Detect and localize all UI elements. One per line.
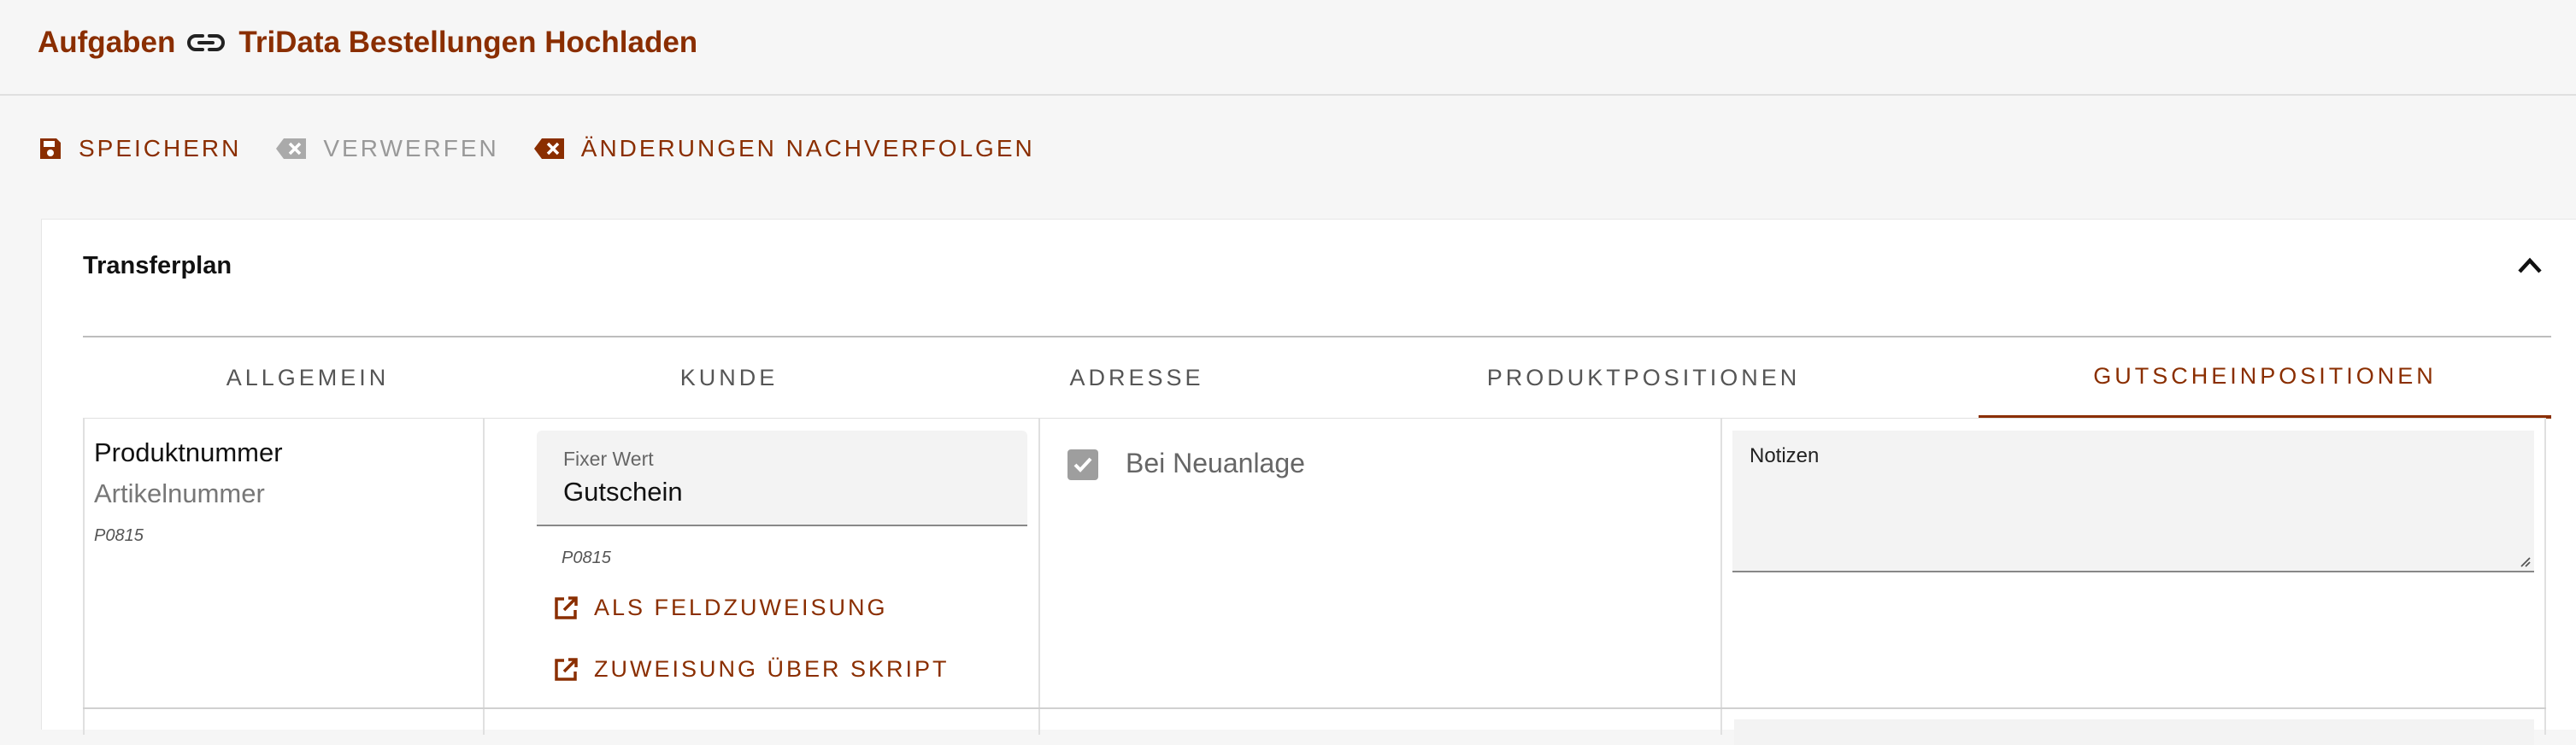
assign-by-script-label: ZUWEISUNG ÜBER SKRIPT	[594, 656, 950, 682]
open-in-new-icon	[555, 657, 578, 681]
card-title: Transferplan	[83, 252, 232, 279]
breadcrumb-current: TriData Bestellungen Hochladen	[238, 26, 698, 59]
save-button[interactable]: SPEICHERN	[38, 135, 241, 162]
tab-adresse[interactable]: ADRESSE	[926, 337, 1348, 419]
mapping-table: Produktnummer Artikelnummer P0815 Fixer …	[83, 418, 2546, 745]
discard-button[interactable]: VERWERFEN	[275, 135, 498, 162]
toolbar: SPEICHERN VERWERFEN ÄNDERUNGEN NACHVERFO…	[38, 135, 1069, 162]
next-row-notes-field[interactable]	[1734, 719, 2534, 745]
save-label: SPEICHERN	[79, 135, 242, 161]
link-icon	[187, 30, 226, 56]
notes-label: Notizen	[1750, 444, 1820, 467]
assign-by-script-button[interactable]: ZUWEISUNG ÜBER SKRIPT	[553, 656, 950, 683]
tab-gutscheinpositionen[interactable]: GUTSCHEINPOSITIONEN	[1979, 337, 2551, 419]
fixed-value-field[interactable]: Fixer Wert Gutschein	[537, 431, 1027, 526]
save-icon	[40, 138, 61, 159]
discard-label: VERWERFEN	[323, 135, 499, 161]
track-changes-button[interactable]: ÄNDERUNGEN NACHVERFOLGEN	[533, 135, 1035, 162]
open-in-new-icon	[555, 595, 578, 619]
tab-allgemein[interactable]: ALLGEMEIN	[83, 337, 532, 419]
transferplan-card: Transferplan ALLGEMEIN KUNDE ADRESSE PRO…	[41, 219, 2576, 745]
breadcrumb-parent-link[interactable]: Aufgaben	[38, 26, 175, 60]
assign-as-field-label: ALS FELDZUWEISUNG	[594, 595, 888, 620]
field-subtitle: Artikelnummer	[94, 478, 265, 508]
fixed-value-input[interactable]: Gutschein	[563, 477, 683, 507]
field-code: P0815	[94, 526, 144, 545]
page-header: Aufgaben TriData Bestellungen Hochladen	[0, 0, 2576, 96]
chevron-up-icon[interactable]	[2517, 255, 2543, 274]
track-changes-label: ÄNDERUNGEN NACHVERFOLGEN	[580, 135, 1035, 161]
on-create-label: Bei Neuanlage	[1126, 448, 1305, 478]
breadcrumb: Aufgaben TriData Bestellungen Hochladen	[38, 26, 697, 60]
tab-produktpositionen[interactable]: PRODUKTPOSITIONEN	[1348, 337, 1939, 419]
backspace-icon	[533, 138, 564, 159]
notes-textarea[interactable]: Notizen	[1732, 431, 2534, 572]
resize-handle-icon[interactable]	[2517, 554, 2531, 567]
on-create-checkbox[interactable]	[1067, 449, 1098, 480]
fixed-value-label: Fixer Wert	[563, 448, 654, 470]
value-code: P0815	[562, 548, 611, 567]
tab-kunde[interactable]: KUNDE	[532, 337, 926, 419]
tab-bar: ALLGEMEIN KUNDE ADRESSE PRODUKTPOSITIONE…	[83, 336, 2551, 419]
field-title: Produktnummer	[94, 437, 283, 467]
checkmark-icon	[1073, 457, 1092, 472]
assign-as-field-button[interactable]: ALS FELDZUWEISUNG	[553, 595, 888, 621]
backspace-icon	[276, 138, 307, 159]
